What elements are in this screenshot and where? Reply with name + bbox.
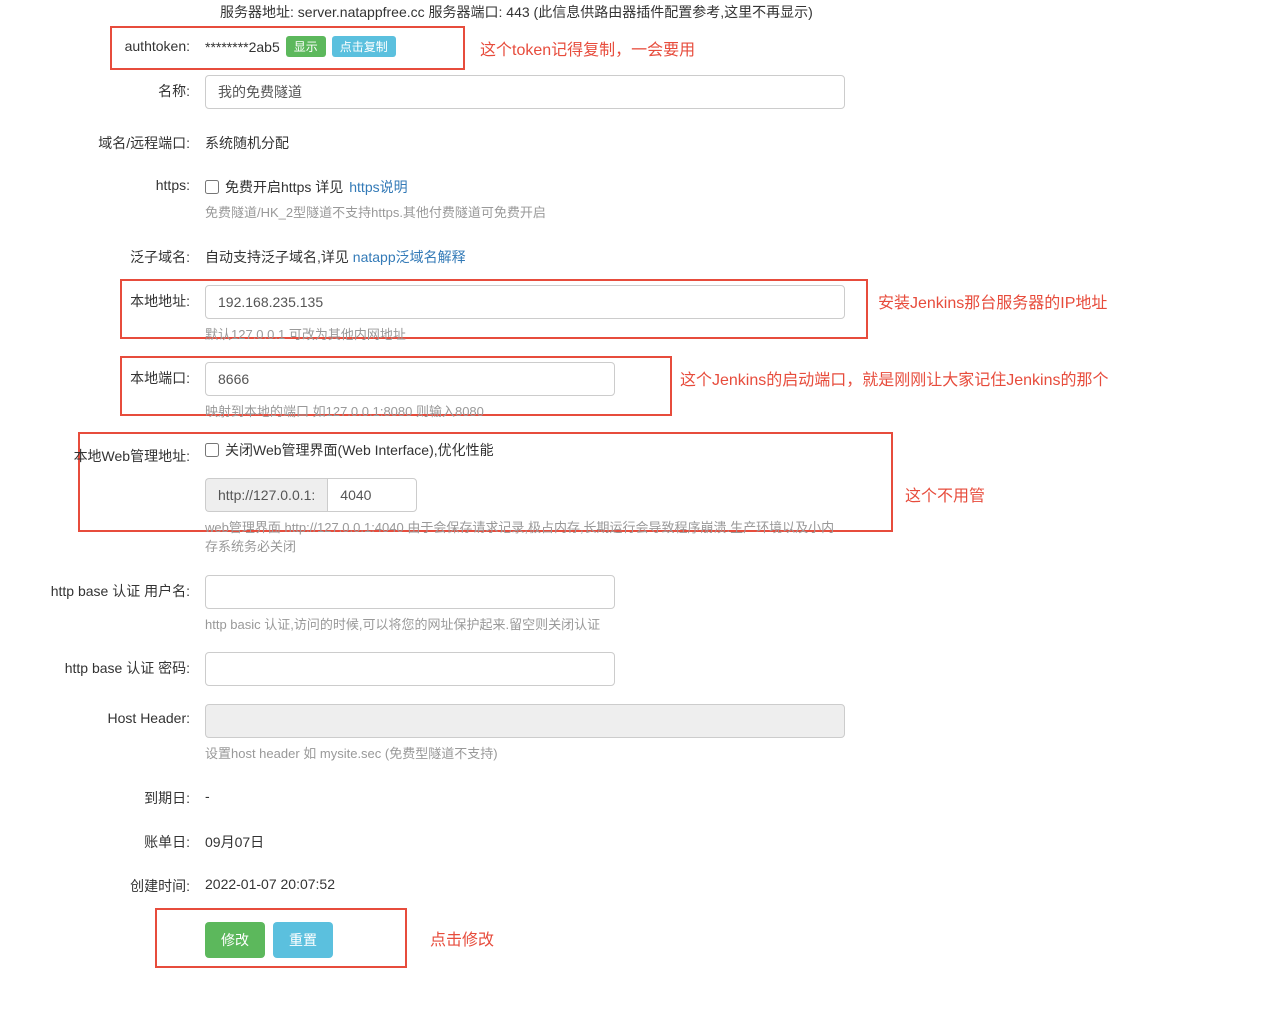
local-port-input[interactable]: [205, 362, 615, 396]
authtoken-value: ********2ab5: [205, 39, 280, 55]
subdomain-label: 泛子域名:: [20, 241, 205, 267]
https-label: https:: [20, 171, 205, 193]
domain-port-label: 域名/远程端口:: [20, 127, 205, 153]
authtoken-label: authtoken:: [20, 32, 205, 54]
show-token-button[interactable]: 显示: [286, 36, 326, 57]
web-admin-port-input[interactable]: [327, 478, 417, 512]
annotation-token: 这个token记得复制，一会要用: [480, 36, 695, 60]
bill-value: 09月07日: [205, 826, 264, 852]
copy-token-button[interactable]: 点击复制: [332, 36, 396, 57]
created-value: 2022-01-07 20:07:52: [205, 870, 335, 892]
name-input[interactable]: [205, 75, 845, 109]
https-checkbox-label: 免费开启https 详见: [225, 177, 343, 197]
annotation-local-port: 这个Jenkins的启动端口，就是刚刚让大家记住Jenkins的那个: [680, 366, 1109, 390]
web-admin-label: 本地Web管理地址:: [20, 440, 205, 466]
subdomain-text: 自动支持泛子域名,详见: [205, 249, 353, 265]
http-user-label: http base 认证 用户名:: [20, 575, 205, 601]
expire-label: 到期日:: [20, 782, 205, 808]
https-checkbox[interactable]: [205, 180, 219, 194]
bill-label: 账单日:: [20, 826, 205, 852]
https-helper: 免费隧道/HK_2型隧道不支持https.其他付费隧道可免费开启: [205, 203, 546, 223]
name-label: 名称:: [20, 75, 205, 101]
http-user-input[interactable]: [205, 575, 615, 609]
local-addr-input[interactable]: [205, 285, 845, 319]
annotation-web-admin: 这个不用管: [905, 482, 985, 506]
web-admin-addon: http://127.0.0.1:: [205, 478, 327, 512]
modify-button[interactable]: 修改: [205, 922, 265, 958]
local-port-label: 本地端口:: [20, 362, 205, 388]
local-port-helper: 映射到本地的端口 如127.0.0.1:8080 则输入8080: [205, 402, 484, 422]
local-addr-helper: 默认127.0.0.1 可改为其他内网地址: [205, 325, 406, 345]
annotation-modify: 点击修改: [430, 926, 494, 950]
web-admin-helper: web管理界面 http://127.0.0.1:4040 由于会保存请求记录,…: [205, 518, 845, 557]
host-header-helper: 设置host header 如 mysite.sec (免费型隧道不支持): [205, 744, 498, 764]
http-pass-label: http base 认证 密码:: [20, 652, 205, 678]
web-admin-checkbox[interactable]: [205, 443, 219, 457]
http-user-helper: http basic 认证,访问的时候,可以将您的网址保护起来.留空则关闭认证: [205, 615, 600, 635]
reset-button[interactable]: 重置: [273, 922, 333, 958]
https-help-link[interactable]: https说明: [349, 177, 407, 197]
annotation-local-addr: 安装Jenkins那台服务器的IP地址: [878, 289, 1107, 313]
domain-port-value: 系统随机分配: [205, 127, 289, 153]
host-header-label: Host Header:: [20, 704, 205, 726]
created-label: 创建时间:: [20, 870, 205, 896]
expire-value: -: [205, 782, 210, 804]
http-pass-input[interactable]: [205, 652, 615, 686]
host-header-input: [205, 704, 845, 738]
web-admin-checkbox-label: 关闭Web管理界面(Web Interface),优化性能: [225, 440, 494, 460]
server-info-partial: 服务器地址: server.natappfree.cc 服务器端口: 443 (…: [20, 0, 1244, 32]
local-addr-label: 本地地址:: [20, 285, 205, 311]
subdomain-link[interactable]: natapp泛域名解释: [353, 249, 466, 265]
actions-spacer: [20, 914, 205, 920]
